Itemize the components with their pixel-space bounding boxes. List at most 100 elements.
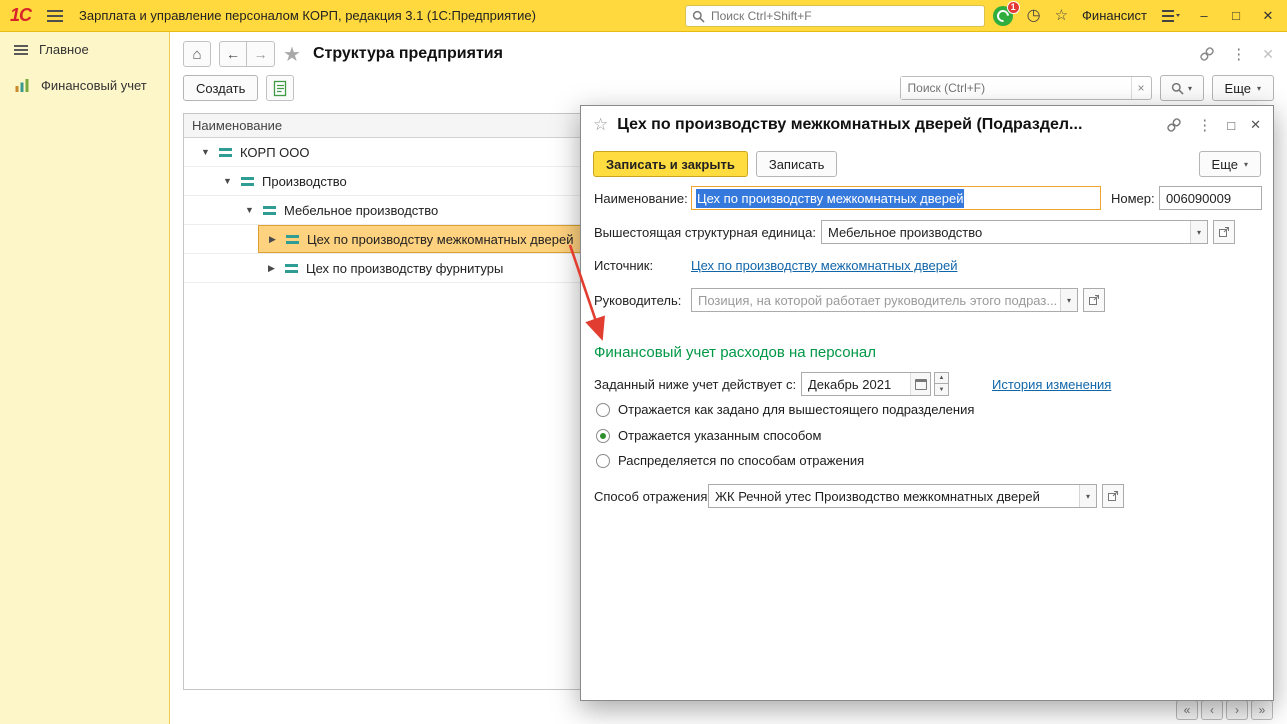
global-search[interactable] <box>685 5 985 27</box>
expand-toggle-icon[interactable]: ▼ <box>198 147 213 157</box>
expand-toggle-icon[interactable]: ▶ <box>265 234 280 245</box>
financial-accounting-icon <box>15 79 29 92</box>
effective-date-field[interactable] <box>801 372 931 396</box>
create-group-icon <box>273 80 287 96</box>
nav-back-button[interactable]: ← <box>219 41 247 67</box>
window-close-button[interactable]: ✕ <box>1259 8 1277 24</box>
radio-label: Отражается указанным способом <box>618 428 822 443</box>
spin-down-button[interactable]: ▼ <box>934 384 949 396</box>
calendar-button[interactable] <box>910 373 930 395</box>
save-button[interactable]: Записать <box>755 151 838 177</box>
department-icon <box>263 205 276 215</box>
tree-row-label: КОРП ООО <box>240 144 310 160</box>
radio-icon[interactable] <box>596 402 610 417</box>
effective-date-row: Заданный ниже учет действует с: ▲ ▼ Исто… <box>594 372 1111 396</box>
expand-toggle-icon[interactable]: ▼ <box>242 205 257 215</box>
current-user[interactable]: Финансист <box>1082 8 1147 23</box>
pager-prev-button[interactable]: ‹ <box>1201 700 1223 720</box>
sidebar-item-label: Главное <box>39 42 89 57</box>
radio-label: Отражается как задано для вышестоящего п… <box>618 402 975 417</box>
list-search-input[interactable] <box>900 77 1131 99</box>
sidebar-item-label: Финансовый учет <box>41 77 147 93</box>
radio-distributed[interactable]: Распределяется по способам отражения <box>596 453 864 468</box>
chevron-down-icon[interactable]: ▾ <box>1079 485 1096 507</box>
department-edit-dialog: ☆ Цех по производству межкомнатных двере… <box>580 105 1274 701</box>
department-icon <box>285 263 298 273</box>
page-title: Структура предприятия <box>312 45 503 62</box>
main-section-icon <box>14 44 28 55</box>
source-label: Источник: <box>594 258 654 273</box>
global-search-input[interactable] <box>711 9 978 23</box>
notifications-icon[interactable]: 1 <box>992 0 1020 26</box>
open-parent-unit-button[interactable] <box>1213 220 1235 244</box>
dialog-more-button[interactable]: Еще ▾ <box>1198 151 1261 177</box>
save-and-close-button[interactable]: Записать и закрыть <box>593 151 748 177</box>
dialog-command-bar: Записать и закрыть Записать Еще ▾ <box>593 150 1261 178</box>
expand-toggle-icon[interactable]: ▼ <box>220 176 235 186</box>
spin-up-button[interactable]: ▲ <box>934 372 949 384</box>
home-button[interactable]: ⌂ <box>183 41 211 67</box>
department-icon <box>286 234 299 244</box>
notification-badge: 1 <box>1006 0 1020 14</box>
get-link-icon[interactable] <box>1166 117 1182 133</box>
name-field[interactable]: Цех по производству межкомнатных дверей <box>691 186 1101 210</box>
tree-row-label: Цех по производству фурнитуры <box>306 260 504 276</box>
create-button[interactable]: Создать <box>183 75 259 101</box>
search-clear-icon[interactable]: × <box>1130 77 1151 99</box>
favorites-icon[interactable]: ☆ <box>1055 8 1068 23</box>
reflection-method-label: Способ отражения: <box>594 488 711 504</box>
radio-icon[interactable] <box>596 453 610 468</box>
search-options-button[interactable]: ▾ <box>1159 75 1204 101</box>
radio-icon-selected[interactable] <box>596 428 610 443</box>
manager-field[interactable]: Позиция, на которой работает руководител… <box>691 288 1078 312</box>
dialog-maximize-icon[interactable]: □ <box>1227 118 1235 133</box>
open-form-icon <box>1089 295 1099 305</box>
chevron-down-icon[interactable]: ▾ <box>1060 289 1077 311</box>
dialog-title: Цех по производству межкомнатных дверей … <box>617 116 1083 133</box>
dialog-close-icon[interactable]: ✕ <box>1250 117 1261 133</box>
parent-unit-field[interactable]: Мебельное производство ▾ <box>821 220 1208 244</box>
1c-logo: 1С <box>10 5 32 25</box>
sidebar-item-main[interactable]: Главное <box>0 32 169 67</box>
dialog-header: ☆ Цех по производству межкомнатных двере… <box>581 106 1273 144</box>
favorite-star-icon[interactable]: ★ <box>283 42 301 67</box>
list-more-button[interactable]: Еще ▾ <box>1211 75 1274 101</box>
effective-date-input[interactable] <box>802 376 910 392</box>
dialog-more-icon[interactable]: ⋮ <box>1197 116 1212 134</box>
nav-forward-button[interactable]: → <box>247 41 275 67</box>
page-close-icon[interactable]: ✕ <box>1262 46 1274 63</box>
expand-toggle-icon[interactable]: ▶ <box>264 263 279 274</box>
manager-row: Руководитель: Позиция, на которой работа… <box>594 288 1105 312</box>
open-manager-button[interactable] <box>1083 288 1105 312</box>
pager-next-button[interactable]: › <box>1226 700 1248 720</box>
app-title: Зарплата и управление персоналом КОРП, р… <box>79 8 536 23</box>
history-link[interactable]: История изменения <box>992 377 1111 392</box>
pager-last-button[interactable]: » <box>1251 700 1273 720</box>
list-pager: « ‹ › » <box>1176 700 1273 720</box>
sidebar-item-financial-accounting[interactable]: Финансовый учет <box>0 67 169 103</box>
radio-specified-method[interactable]: Отражается указанным способом <box>596 428 821 443</box>
name-row: Наименование: Цех по производству межком… <box>594 186 1262 210</box>
window-minimize-button[interactable]: – <box>1195 8 1213 23</box>
number-field[interactable] <box>1159 186 1262 210</box>
create-group-button[interactable] <box>266 75 295 101</box>
tree-row-label: Цех по производству межкомнатных дверей <box>307 231 574 247</box>
open-reflection-method-button[interactable] <box>1102 484 1124 508</box>
pager-first-button[interactable]: « <box>1176 700 1198 720</box>
main-menu-icon[interactable] <box>47 9 64 22</box>
source-link[interactable]: Цех по производству межкомнатных дверей <box>691 258 957 273</box>
service-menu-icon[interactable] <box>1161 9 1181 23</box>
page-more-icon[interactable]: ⋮ <box>1231 45 1246 63</box>
reflection-method-field[interactable]: ЖК Речной утес Производство межкомнатных… <box>708 484 1097 508</box>
page-header: ⌂ ← → ★ Структура предприятия ⋮ ✕ <box>183 40 1274 68</box>
radio-inherited[interactable]: Отражается как задано для вышестоящего п… <box>596 402 974 417</box>
list-search[interactable]: × <box>899 76 1152 100</box>
window-maximize-button[interactable]: □ <box>1227 8 1245 23</box>
effective-date-label: Заданный ниже учет действует с: <box>594 376 797 392</box>
chevron-down-icon: ▾ <box>1243 159 1248 169</box>
get-link-icon[interactable] <box>1199 46 1215 62</box>
favorite-star-icon[interactable]: ☆ <box>593 115 608 135</box>
history-icon[interactable]: ◷ <box>1027 7 1041 24</box>
chevron-down-icon[interactable]: ▾ <box>1190 221 1207 243</box>
open-form-icon <box>1219 227 1229 237</box>
